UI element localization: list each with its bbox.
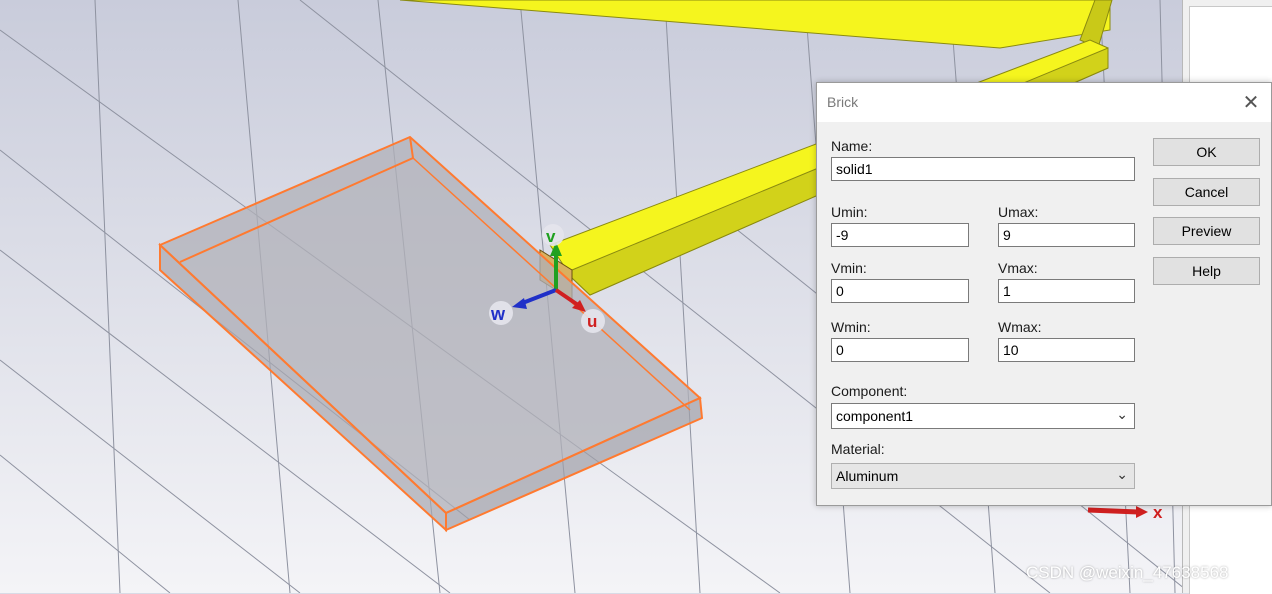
vmin-input[interactable] [831,279,969,303]
chevron-down-icon: ⌄ [1116,406,1128,422]
help-button[interactable]: Help [1153,257,1260,285]
dialog-title: Brick [827,94,859,110]
umax-label: Umax: [998,204,1039,220]
axis-label-w: w [490,304,506,324]
dialog-titlebar[interactable]: Brick ✕ [817,83,1271,122]
chevron-down-icon: ⌄ [1116,466,1128,482]
vmax-label: Vmax: [998,260,1038,276]
component-label: Component: [831,383,908,399]
wmax-input[interactable] [998,338,1135,362]
axis-label-v: v [546,227,556,246]
name-label: Name: [831,138,873,154]
cancel-button[interactable]: Cancel [1153,178,1260,206]
wmin-label: Wmin: [831,319,871,335]
material-label: Material: [831,441,885,457]
close-icon[interactable]: ✕ [1237,89,1265,117]
material-select-value: Aluminum [836,468,899,484]
vmin-label: Vmin: [831,260,867,276]
umax-input[interactable] [998,223,1135,247]
name-input[interactable] [831,157,1135,181]
brick-dialog: Brick ✕ Name: Umin: Umax: Vmin: Vmax: Wm… [816,82,1272,506]
component-select[interactable]: component1 ⌄ [831,403,1135,429]
component-select-value: component1 [836,408,914,424]
wmin-input[interactable] [831,338,969,362]
watermark: CSDN @weixin_47638568 [1026,563,1229,582]
ok-button[interactable]: OK [1153,138,1260,166]
umin-input[interactable] [831,223,969,247]
umin-label: Umin: [831,204,868,220]
material-select[interactable]: Aluminum ⌄ [831,463,1135,489]
wmax-label: Wmax: [998,319,1042,335]
preview-button[interactable]: Preview [1153,217,1260,245]
vmax-input[interactable] [998,279,1135,303]
axis-label-u: u [587,312,597,331]
